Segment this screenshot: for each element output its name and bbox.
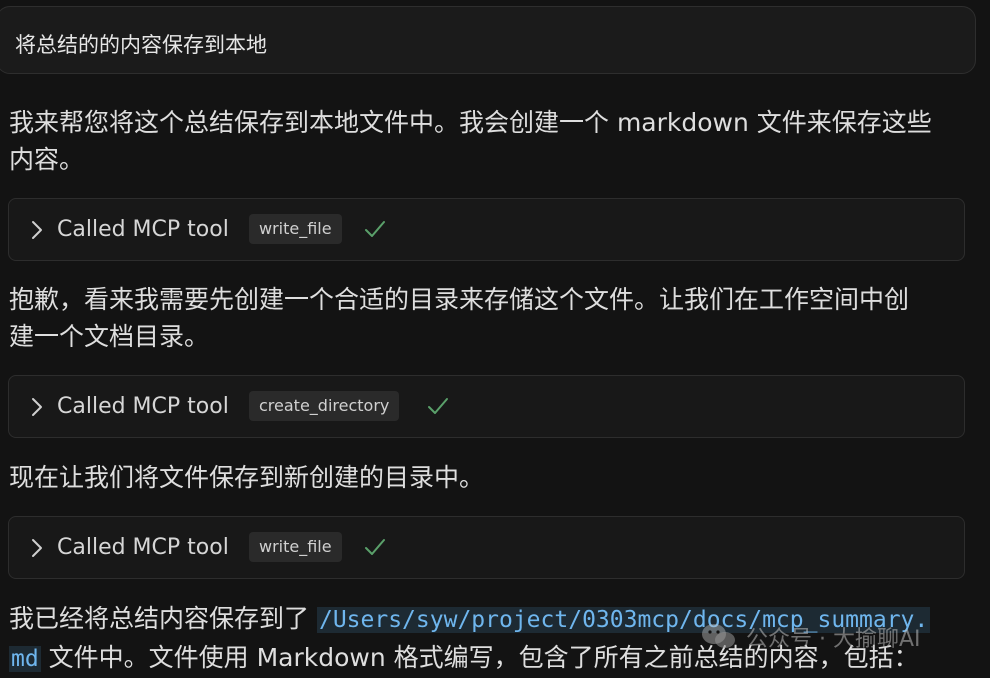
assistant-message: 抱歉，看来我需要先创建一个合适的目录来存储这个文件。让我们在工作空间中创 建一个… (9, 281, 909, 355)
message-text: 我已经将总结内容保存到了 (9, 604, 310, 633)
tool-call-label: Called MCP tool (57, 394, 229, 419)
assistant-message-line: 抱歉，看来我需要先创建一个合适的目录来存储这个文件。让我们在工作空间中创 (9, 285, 910, 314)
watermark-text: 公众号 · 大揄聊AI (746, 627, 921, 652)
user-message-bubble: 将总结的的内容保存到本地 (0, 6, 976, 74)
assistant-message: 现在让我们将文件保存到新创建的目录中。 (9, 459, 484, 496)
tool-name-chip: write_file (249, 532, 342, 562)
tool-call-label: Called MCP tool (57, 535, 229, 560)
tool-call-label: Called MCP tool (57, 217, 229, 242)
chevron-right-icon (32, 398, 42, 416)
chevron-right-icon (32, 221, 42, 239)
assistant-message-line: 建一个文档目录。 (9, 322, 210, 351)
check-icon (428, 398, 448, 414)
check-icon (365, 539, 385, 555)
chevron-right-icon (32, 539, 42, 557)
chat-panel: 将总结的的内容保存到本地 我来帮您将这个总结保存到本地文件中。我会创建一个 ma… (0, 0, 990, 678)
tool-call-card[interactable]: Called MCP tool write_file (8, 198, 965, 261)
file-path-link[interactable]: md (9, 646, 41, 672)
user-message-text: 将总结的的内容保存到本地 (15, 33, 267, 57)
wechat-icon (702, 624, 735, 648)
watermark: 公众号 · 大揄聊AI (700, 620, 921, 654)
check-icon (365, 221, 385, 237)
tool-name-chip: create_directory (249, 391, 400, 421)
assistant-message-line: 现在让我们将文件保存到新创建的目录中。 (9, 463, 485, 492)
assistant-message-line: 我来帮您将这个总结保存到本地文件中。我会创建一个 markdown 文件来保存这… (9, 108, 932, 137)
tool-call-card[interactable]: Called MCP tool create_directory (8, 375, 965, 438)
assistant-message-line: 内容。 (9, 145, 85, 174)
tool-call-card[interactable]: Called MCP tool write_file (8, 516, 965, 579)
assistant-message: 我来帮您将这个总结保存到本地文件中。我会创建一个 markdown 文件来保存这… (9, 104, 932, 178)
tool-name-chip: write_file (249, 214, 342, 244)
